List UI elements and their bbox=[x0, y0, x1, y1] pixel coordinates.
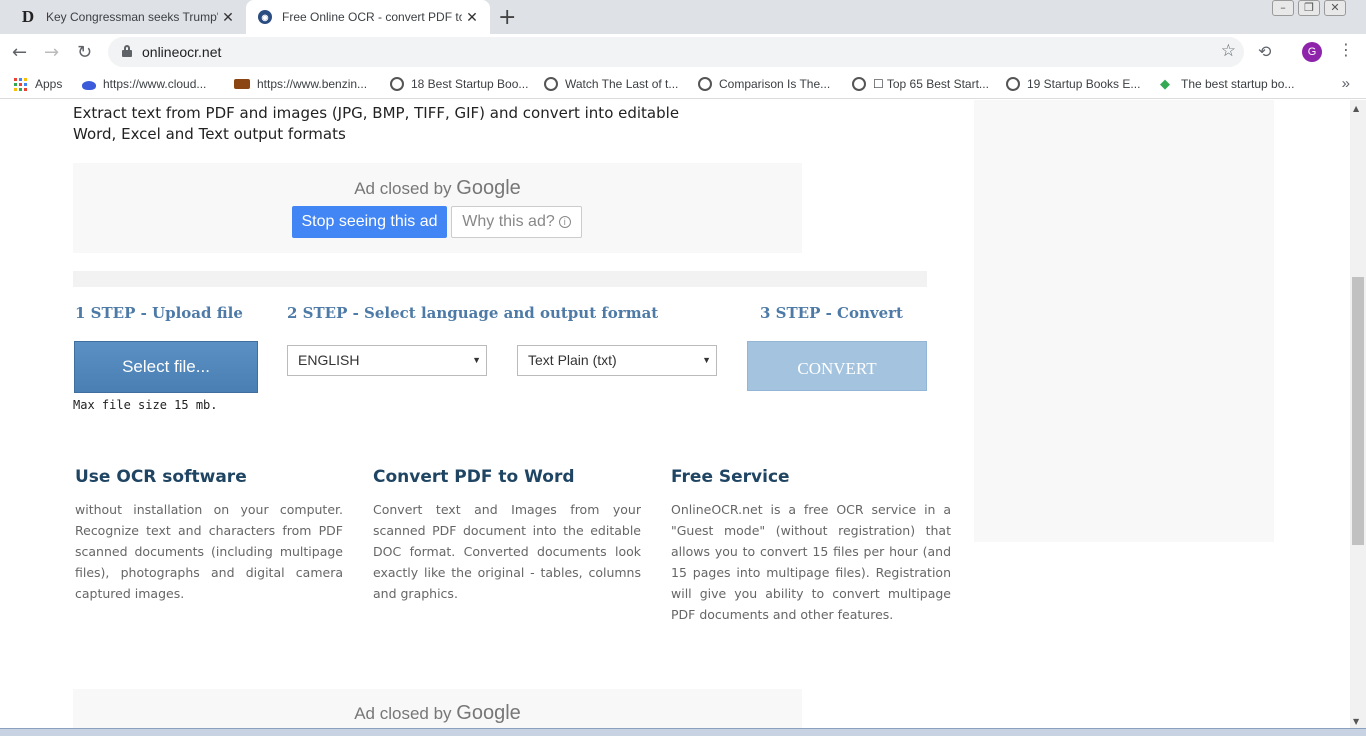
max-file-size-note: Max file size 15 mb. bbox=[73, 398, 218, 412]
section-divider bbox=[73, 271, 927, 287]
ad-closed-box-bottom: Ad closed by Google bbox=[73, 689, 802, 728]
feature-text: OnlineOCR.net is a free OCR service in a… bbox=[671, 502, 951, 622]
globe-icon bbox=[390, 77, 404, 91]
globe-icon bbox=[1006, 77, 1020, 91]
reload-icon[interactable]: ↻ bbox=[77, 42, 92, 63]
menu-dots-icon[interactable]: ⋮ bbox=[1338, 40, 1354, 59]
feature-text: without installation on your computer. R… bbox=[75, 502, 343, 601]
lock-icon bbox=[122, 45, 132, 57]
scroll-down-arrow-icon[interactable]: ▼ bbox=[1353, 717, 1359, 726]
history-icon[interactable]: ⟲ bbox=[1258, 42, 1271, 61]
forward-arrow-icon[interactable]: → bbox=[44, 42, 59, 63]
tab-title: Free Online OCR - convert PDF to bbox=[282, 10, 462, 24]
step-2-heading: 2 STEP - Select language and output form… bbox=[287, 304, 659, 322]
globe-icon bbox=[852, 77, 866, 91]
more-bookmarks-icon[interactable]: » bbox=[1342, 75, 1350, 92]
language-select[interactable]: ENGLISH ▼ bbox=[287, 345, 487, 376]
profile-avatar[interactable]: G bbox=[1302, 42, 1322, 62]
step-1-heading: 1 STEP - Upload file bbox=[75, 304, 243, 322]
bookmark-last-of[interactable]: Watch The Last of t... bbox=[544, 77, 678, 91]
cloud-icon bbox=[82, 80, 96, 90]
why-this-ad-button[interactable]: Why this ad? i bbox=[451, 206, 582, 238]
back-arrow-icon[interactable]: ← bbox=[12, 42, 27, 63]
ocr-favicon-icon: ◉ bbox=[258, 10, 272, 24]
dropdown-arrow-icon: ▼ bbox=[472, 355, 481, 365]
bookmark-best-startup[interactable]: ◆ The best startup bo... bbox=[1160, 76, 1294, 92]
tab-key-congressman[interactable]: D Key Congressman seeks Trump's ✕ bbox=[8, 0, 246, 34]
page-content: Extract text from PDF and images (JPG, B… bbox=[0, 100, 1350, 728]
select-file-button[interactable]: Select file... bbox=[74, 341, 258, 393]
os-taskbar bbox=[0, 728, 1366, 736]
tab-bar: D Key Congressman seeks Trump's ✕ ◉ Free… bbox=[0, 0, 1366, 34]
feature-text: Convert text and Images from your scanne… bbox=[373, 502, 641, 601]
bookmark-benzin[interactable]: https://www.benzin... bbox=[234, 77, 367, 91]
feature-title: Convert PDF to Word bbox=[373, 467, 575, 487]
globe-icon bbox=[698, 77, 712, 91]
tab-favicon-d-icon: D bbox=[21, 7, 35, 26]
convert-button[interactable]: CONVERT bbox=[747, 341, 927, 391]
browser-toolbar: ← → ↻ onlineocr.net ☆ ⟲ G ⋮ bbox=[0, 34, 1366, 70]
dropdown-arrow-icon: ▼ bbox=[702, 355, 711, 365]
google-wordmark: Google bbox=[456, 177, 521, 199]
diamond-icon: ◆ bbox=[1160, 76, 1170, 91]
bookmark-19-startup[interactable]: 19 Startup Books E... bbox=[1006, 77, 1140, 91]
site-icon bbox=[234, 79, 250, 89]
feature-free-service: Free Service OnlineOCR.net is a free OCR… bbox=[671, 467, 951, 625]
close-tab-icon[interactable]: ✕ bbox=[462, 9, 482, 26]
globe-icon bbox=[544, 77, 558, 91]
tab-title: Key Congressman seeks Trump's bbox=[46, 10, 218, 24]
bookmark-top-65[interactable]: ☐ Top 65 Best Start... bbox=[852, 77, 989, 91]
ad-closed-box: Ad closed by Google Stop seeing this ad … bbox=[73, 163, 802, 253]
restore-icon[interactable]: ❐ bbox=[1298, 0, 1320, 16]
bookmarks-bar: Apps https://www.cloud... https://www.be… bbox=[0, 70, 1366, 99]
right-side-panel bbox=[974, 100, 1274, 542]
ad-closed-label: Ad closed by Google bbox=[354, 177, 521, 199]
minimize-icon[interactable]: – bbox=[1272, 0, 1294, 16]
scrollbar-thumb[interactable] bbox=[1352, 277, 1364, 545]
bookmark-star-icon[interactable]: ☆ bbox=[1221, 41, 1236, 61]
page-scrollbar[interactable]: ▲ ▼ bbox=[1350, 100, 1366, 728]
bookmark-apps[interactable]: Apps bbox=[14, 77, 62, 91]
intro-text: Extract text from PDF and images (JPG, B… bbox=[73, 104, 680, 143]
feature-ocr-software: Use OCR software without installation on… bbox=[75, 467, 343, 604]
apps-grid-icon bbox=[14, 77, 27, 91]
step-3-heading: 3 STEP - Convert bbox=[760, 304, 903, 322]
close-tab-icon[interactable]: ✕ bbox=[218, 9, 238, 26]
address-bar[interactable]: onlineocr.net ☆ bbox=[108, 37, 1244, 67]
tab-free-online-ocr[interactable]: ◉ Free Online OCR - convert PDF to ✕ bbox=[246, 0, 490, 34]
window-controls: – ❐ ✕ bbox=[1268, 0, 1346, 16]
feature-pdf-to-word: Convert PDF to Word Convert text and Ima… bbox=[373, 467, 641, 604]
ad-closed-label: Ad closed by Google bbox=[354, 702, 521, 724]
google-wordmark: Google bbox=[456, 702, 521, 724]
bookmark-comparison[interactable]: Comparison Is The... bbox=[698, 77, 830, 91]
output-format-select[interactable]: Text Plain (txt) ▼ bbox=[517, 345, 717, 376]
info-icon: i bbox=[558, 215, 571, 228]
stop-seeing-ad-button[interactable]: Stop seeing this ad bbox=[292, 206, 447, 238]
new-tab-button[interactable]: + bbox=[498, 5, 516, 30]
bookmark-cloud[interactable]: https://www.cloud... bbox=[82, 77, 206, 91]
url-text: onlineocr.net bbox=[142, 44, 222, 60]
close-window-icon[interactable]: ✕ bbox=[1324, 0, 1346, 16]
feature-title: Free Service bbox=[671, 467, 790, 487]
feature-title: Use OCR software bbox=[75, 467, 247, 487]
bookmark-startup-books-18[interactable]: 18 Best Startup Boo... bbox=[390, 77, 528, 91]
scroll-up-arrow-icon[interactable]: ▲ bbox=[1353, 104, 1359, 113]
